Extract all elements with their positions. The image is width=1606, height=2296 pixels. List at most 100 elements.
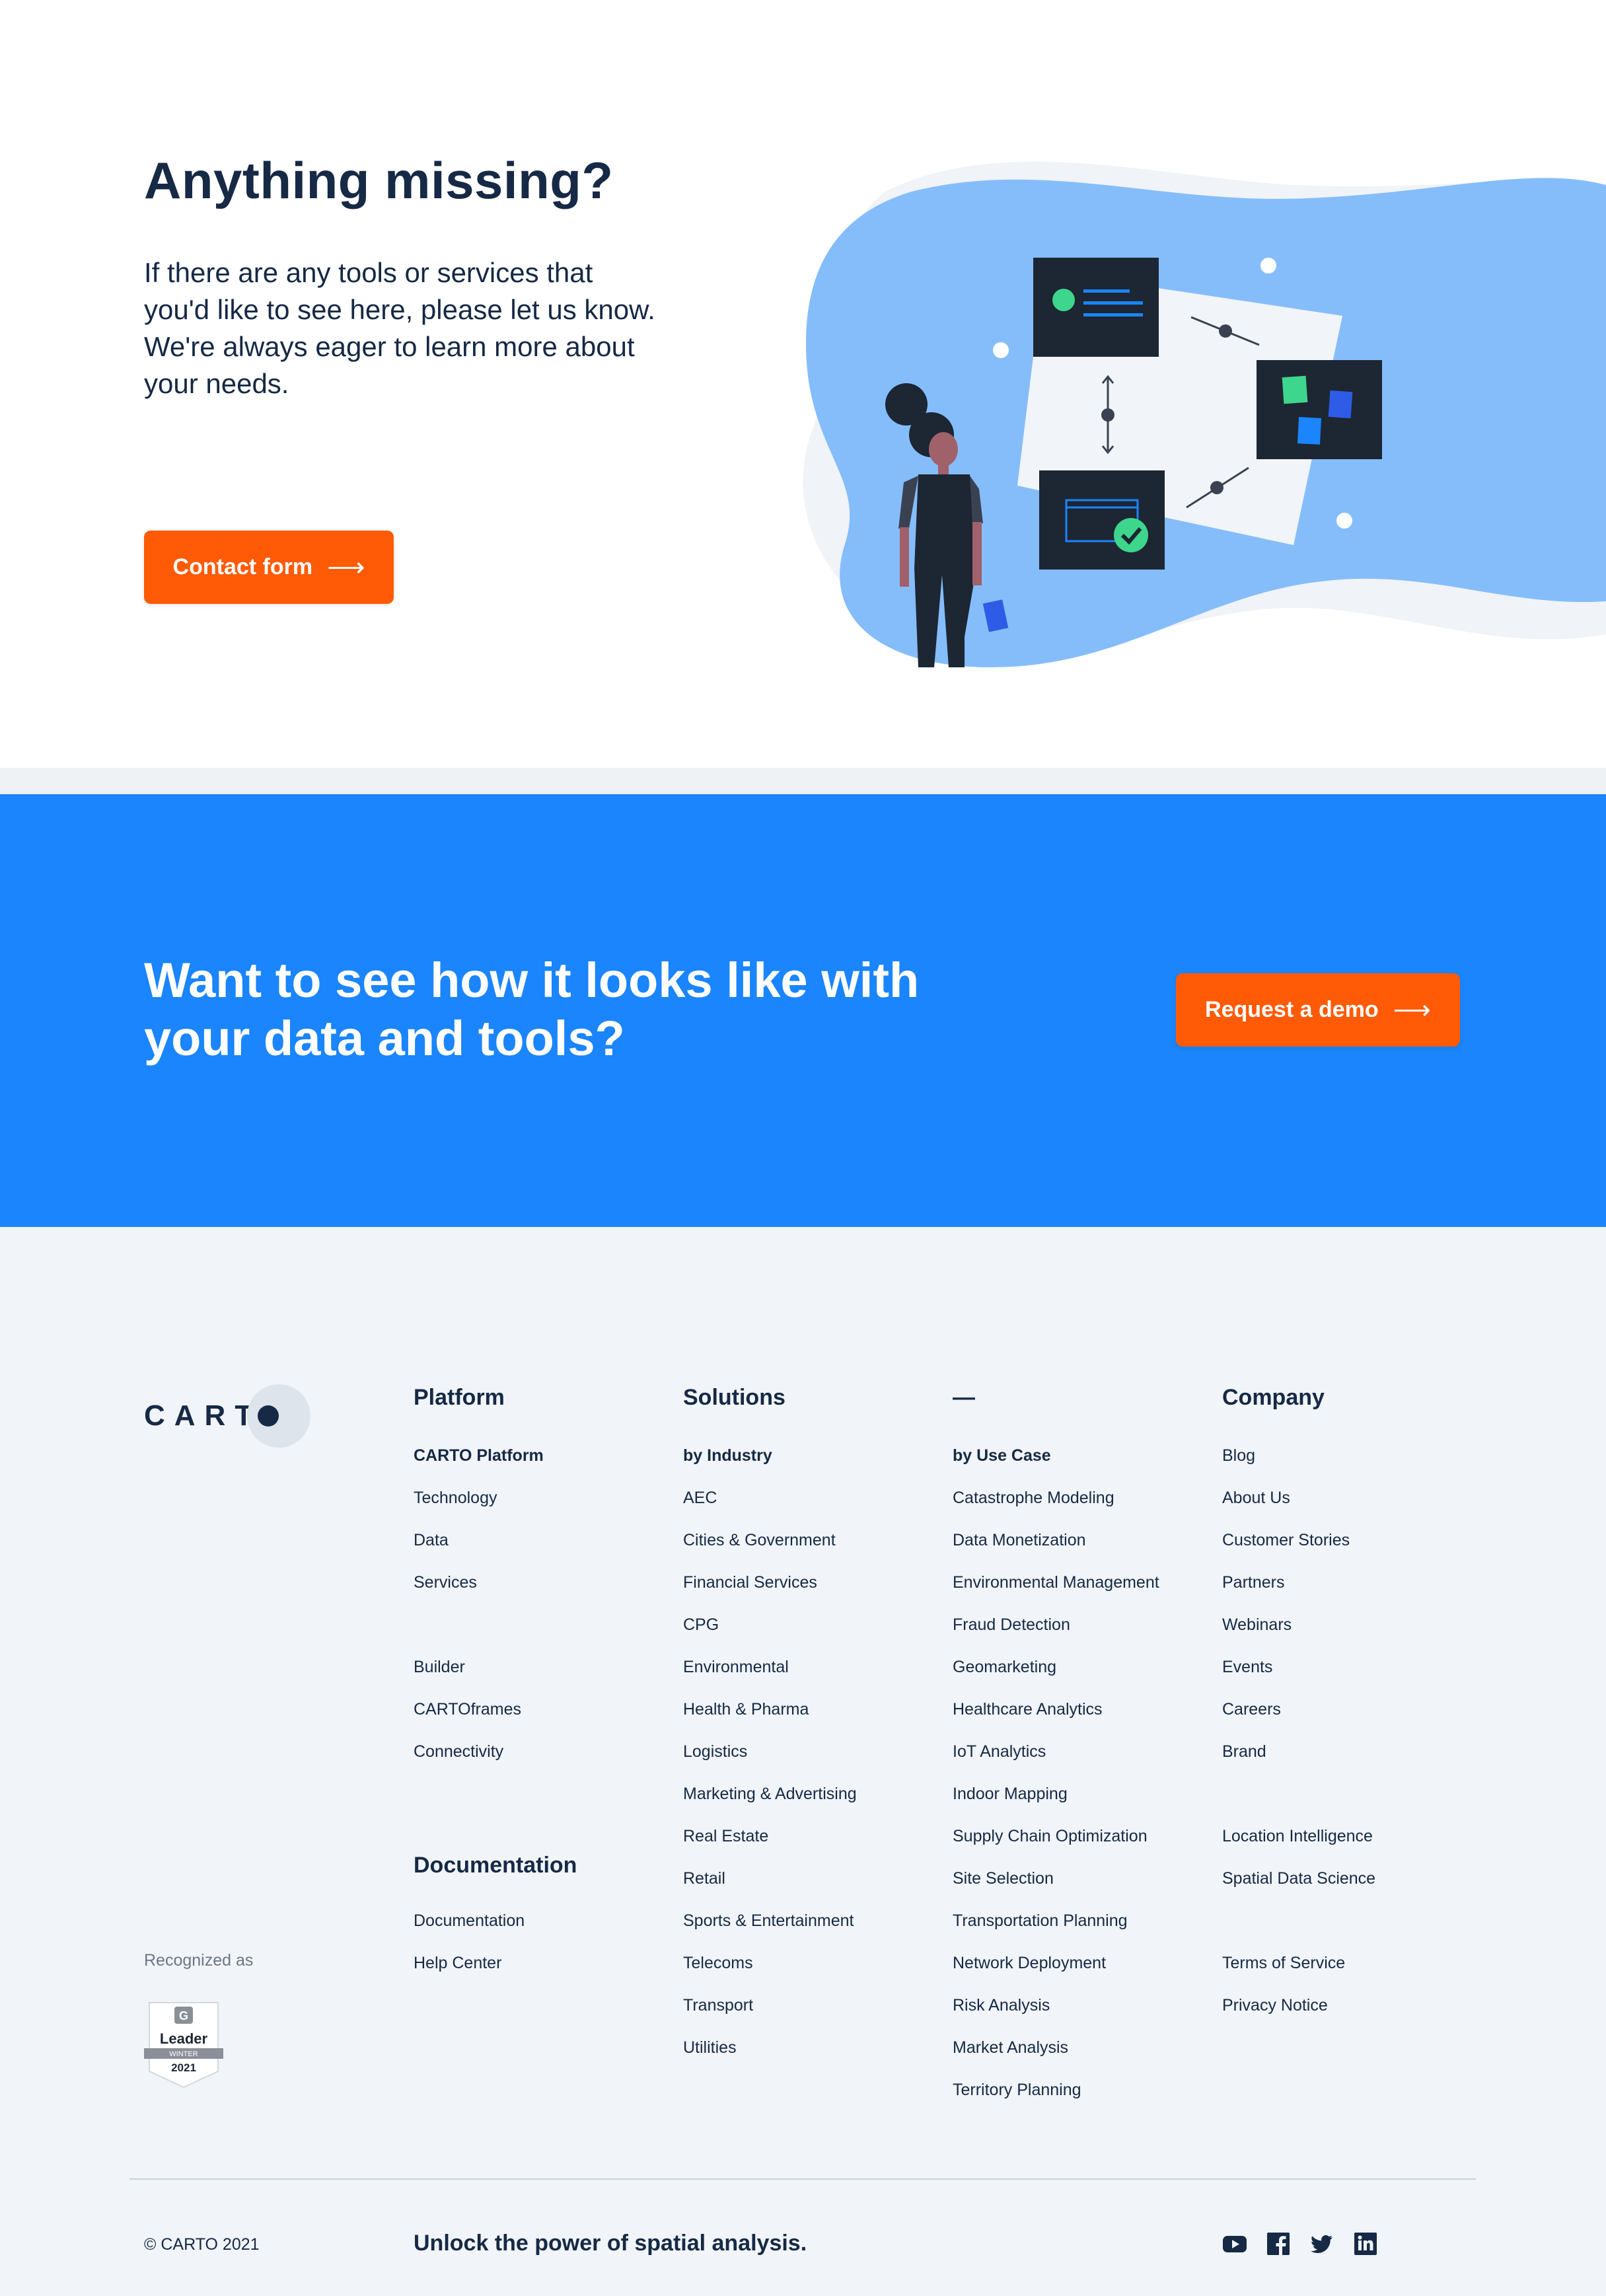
footer-link[interactable]: Privacy Notice [1222, 1992, 1375, 2034]
footer-link[interactable]: Environmental [683, 1654, 857, 1696]
footer-link[interactable]: Territory Planning [953, 2077, 1159, 2119]
footer-link[interactable]: Fraud Detection [953, 1611, 1159, 1654]
footer-link[interactable]: Events [1222, 1654, 1375, 1696]
illustration-dot [1336, 513, 1352, 529]
footer-link-list: by Use Case Catastrophe Modeling Data Mo… [953, 1442, 1159, 2119]
footer-link-list: by Industry AEC Cities & Government Fina… [683, 1442, 857, 2077]
request-demo-button-label: Request a demo [1205, 997, 1379, 1022]
footer-link[interactable]: Data [414, 1527, 544, 1569]
footer-column-heading: Company [1222, 1385, 1325, 1410]
workflow-illustration [803, 161, 1606, 667]
footer-link[interactable]: CPG [683, 1611, 857, 1654]
demo-cta-section: Want to see how it looks like with your … [0, 794, 1606, 1227]
footer-link-list: CARTO Platform Technology Data Services … [414, 1442, 544, 1781]
footer-link[interactable]: Site Selection [953, 1865, 1159, 1907]
footer-link[interactable]: Sports & Entertainment [683, 1907, 857, 1950]
contact-form-button-label: Contact form [172, 554, 313, 579]
footer-link[interactable]: IoT Analytics [953, 1738, 1159, 1781]
footer-link[interactable]: Indoor Mapping [953, 1781, 1159, 1823]
footer-link[interactable]: CARTO Platform [414, 1442, 544, 1485]
footer-link[interactable]: Utilities [683, 2034, 857, 2077]
recognized-label: Recognized as [144, 1951, 254, 1970]
footer-tagline: Unlock the power of spatial analysis. [414, 2231, 807, 2256]
footer-link[interactable]: Terms of Service [1222, 1950, 1375, 1992]
footer-link[interactable]: by Use Case [953, 1442, 1159, 1485]
request-demo-button[interactable]: Request a demo ⟶ [1176, 973, 1460, 1047]
hero-description: If there are any tools or services that … [144, 257, 655, 399]
footer-link[interactable]: Network Deployment [953, 1950, 1159, 1992]
footer-link[interactable]: Spatial Data Science [1222, 1865, 1375, 1907]
footer-column-heading: — [953, 1385, 975, 1410]
badge-g2-text: G [179, 2009, 188, 2022]
cta-title: Want to see how it looks like with your … [144, 953, 920, 1066]
copyright-text: © CARTO 2021 [144, 2235, 260, 2254]
footer-divider [129, 2178, 1476, 2180]
illustration-dot [1260, 258, 1276, 274]
footer-link[interactable]: Logistics [683, 1738, 857, 1781]
footer-link[interactable]: Webinars [1222, 1611, 1375, 1654]
footer-link[interactable]: Environmental Management [953, 1569, 1159, 1611]
social-links [1222, 2231, 1378, 2256]
footer-link[interactable]: Geomarketing [953, 1654, 1159, 1696]
footer-link[interactable]: Builder [414, 1654, 544, 1696]
footer-link[interactable]: About Us [1222, 1485, 1375, 1527]
footer-link[interactable]: Retail [683, 1865, 857, 1907]
site-footer: CART Platform CARTO Platform Technology … [0, 1227, 1606, 2296]
footer-link[interactable]: Telecoms [683, 1950, 857, 1992]
footer-link[interactable]: Location Intelligence [1222, 1823, 1375, 1865]
footer-link[interactable]: Help Center [414, 1950, 525, 1992]
footer-link[interactable]: Supply Chain Optimization [953, 1823, 1159, 1865]
footer-link[interactable]: Transportation Planning [953, 1907, 1159, 1950]
footer-column-company: Company Blog About Us Customer Stories P… [1222, 1386, 1375, 2034]
footer-link-list: Blog About Us Customer Stories Partners … [1222, 1442, 1375, 2034]
footer-link[interactable]: Health & Pharma [683, 1696, 857, 1738]
illustration-dot [993, 342, 1009, 358]
footer-link[interactable]: Services [414, 1569, 544, 1611]
footer-link-list-documentation: Documentation Help Center [414, 1907, 525, 1992]
footer-link[interactable]: Documentation [414, 1907, 525, 1950]
footer-column-solutions: Solutions by Industry AEC Cities & Gover… [683, 1386, 857, 2077]
footer-column-platform: Platform CARTO Platform Technology Data … [414, 1386, 544, 1781]
contact-form-button[interactable]: Contact form ⟶ [144, 531, 394, 604]
footer-link[interactable]: Risk Analysis [953, 1992, 1159, 2034]
arrow-right-icon: ⟶ [1393, 995, 1431, 1025]
footer-link[interactable]: Real Estate [683, 1823, 857, 1865]
footer-link[interactable]: CARTOframes [414, 1696, 544, 1738]
footer-link[interactable]: Transport [683, 1992, 857, 2034]
footer-spacer [414, 1611, 544, 1654]
g2-leader-badge-icon[interactable]: G Leader WINTER 2021 [144, 2000, 223, 2090]
hero-section: Anything missing? If there are any tools… [0, 0, 1606, 768]
illustration-panel-list [1033, 258, 1159, 357]
footer-link[interactable]: Cities & Government [683, 1527, 857, 1569]
footer-link[interactable]: Data Monetization [953, 1527, 1159, 1569]
footer-link[interactable]: Healthcare Analytics [953, 1696, 1159, 1738]
footer-column-heading-documentation: Documentation [414, 1853, 577, 1878]
footer-link[interactable]: Customer Stories [1222, 1527, 1375, 1569]
footer-link[interactable]: Connectivity [414, 1738, 544, 1781]
carto-logo[interactable]: CART [144, 1384, 311, 1448]
twitter-icon[interactable] [1309, 2231, 1334, 2256]
logo-mark-icon [247, 1384, 311, 1448]
facebook-icon[interactable] [1266, 2231, 1291, 2256]
linkedin-icon[interactable] [1353, 2231, 1378, 2256]
footer-spacer [1222, 1781, 1375, 1823]
footer-link[interactable]: Brand [1222, 1738, 1375, 1781]
footer-spacer [1222, 1907, 1375, 1950]
footer-link[interactable]: by Industry [683, 1442, 857, 1485]
footer-link[interactable]: Market Analysis [953, 2034, 1159, 2077]
hero-title: Anything missing? [144, 151, 614, 209]
footer-link[interactable]: Blog [1222, 1442, 1375, 1485]
footer-link[interactable]: Careers [1222, 1696, 1375, 1738]
youtube-icon[interactable] [1222, 2231, 1247, 2256]
footer-column-heading: Solutions [683, 1385, 785, 1410]
footer-column-heading: Platform [414, 1385, 505, 1410]
arrow-right-icon: ⟶ [327, 552, 365, 582]
footer-link[interactable]: Technology [414, 1485, 544, 1527]
footer-link[interactable]: Partners [1222, 1569, 1375, 1611]
footer-link[interactable]: Financial Services [683, 1569, 857, 1611]
badge-season-text: WINTER [169, 2050, 198, 2058]
footer-link[interactable]: Catastrophe Modeling [953, 1485, 1159, 1527]
footer-link[interactable]: Marketing & Advertising [683, 1781, 857, 1823]
logo-wordmark: CART [144, 1399, 262, 1432]
footer-link[interactable]: AEC [683, 1485, 857, 1527]
